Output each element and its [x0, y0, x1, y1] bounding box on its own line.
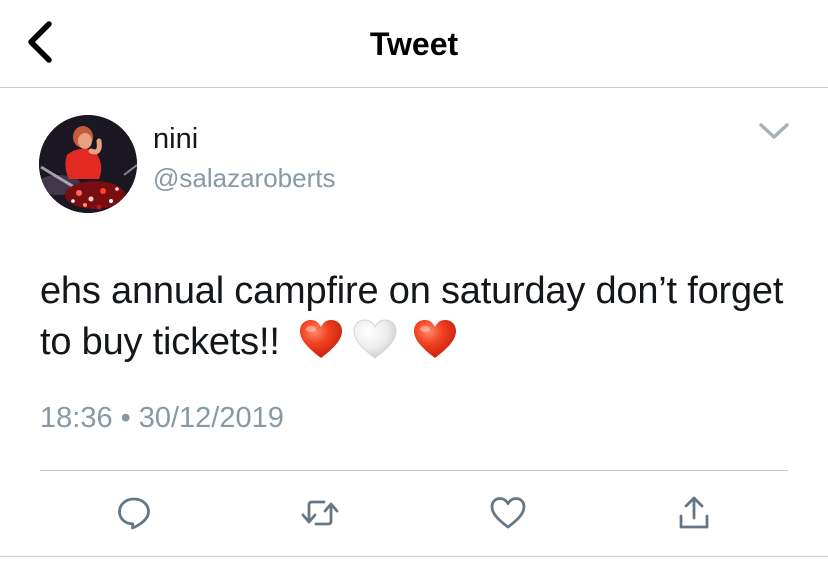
heart-icon — [489, 495, 527, 536]
share-button[interactable] — [670, 490, 718, 540]
page-title: Tweet — [369, 26, 459, 62]
white-heart-icon — [352, 318, 398, 374]
reply-button[interactable] — [110, 490, 158, 540]
red-heart-icon — [298, 318, 344, 374]
share-icon — [677, 494, 711, 537]
tweet-time: 18:36 — [40, 402, 113, 434]
chevron-down-icon — [758, 121, 790, 146]
user-handle[interactable]: @salazaroberts — [153, 163, 335, 193]
reply-icon — [116, 495, 152, 536]
meta-separator: • — [120, 402, 131, 434]
tweet-action-bar — [0, 490, 828, 540]
display-name[interactable]: nini — [153, 122, 198, 156]
retweet-icon — [300, 495, 340, 536]
nav-bar: Tweet — [0, 0, 828, 88]
avatar[interactable] — [39, 115, 137, 213]
more-options-button[interactable] — [752, 115, 796, 151]
tweet-text: ehs annual campfire on saturday don’t fo… — [40, 266, 800, 374]
tweet-date: 30/12/2019 — [138, 402, 284, 434]
divider — [40, 470, 788, 471]
bottom-divider — [0, 556, 828, 557]
like-button[interactable] — [484, 490, 532, 540]
tweet-timestamp: 18:36 • 30/12/2019 — [40, 400, 284, 436]
red-heart-icon — [412, 318, 458, 374]
retweet-button[interactable] — [296, 490, 344, 540]
